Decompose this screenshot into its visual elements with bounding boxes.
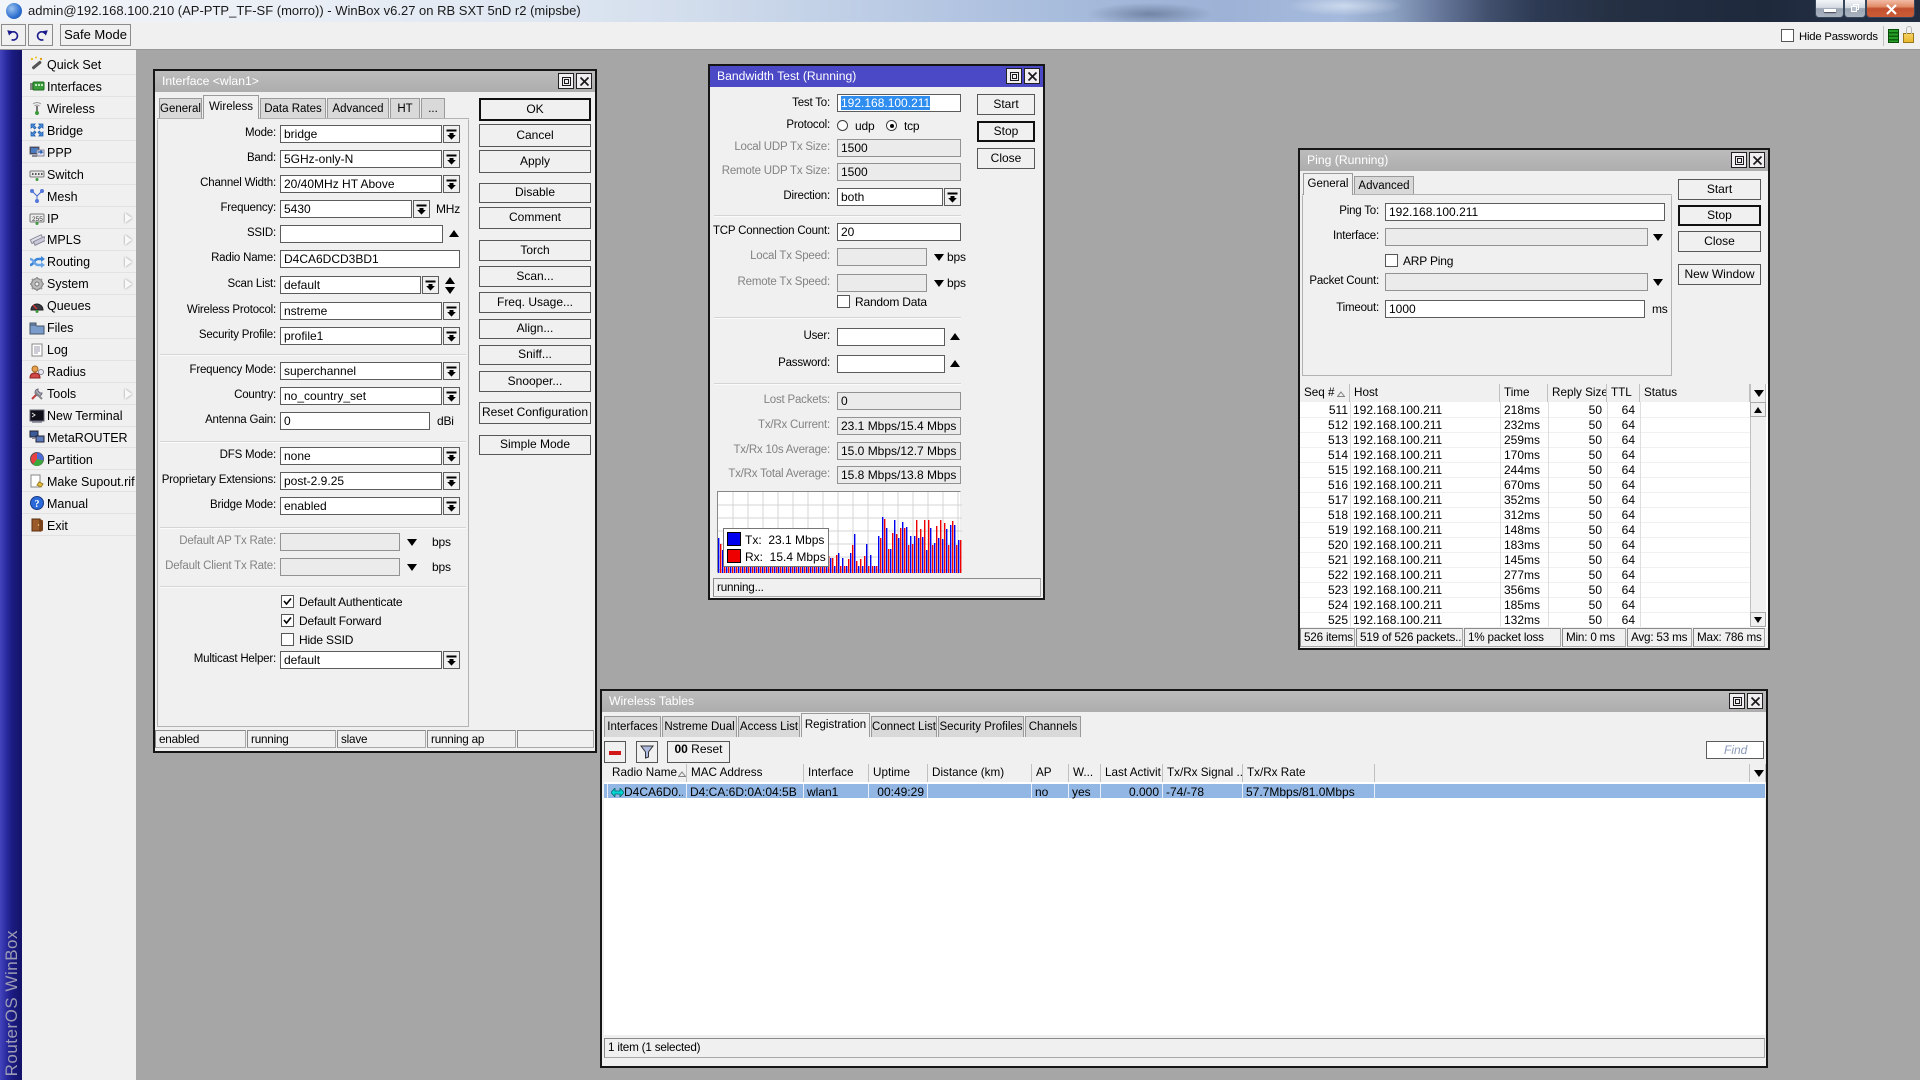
svg-text:255: 255 bbox=[32, 216, 43, 223]
svg-text:?: ? bbox=[35, 499, 40, 510]
